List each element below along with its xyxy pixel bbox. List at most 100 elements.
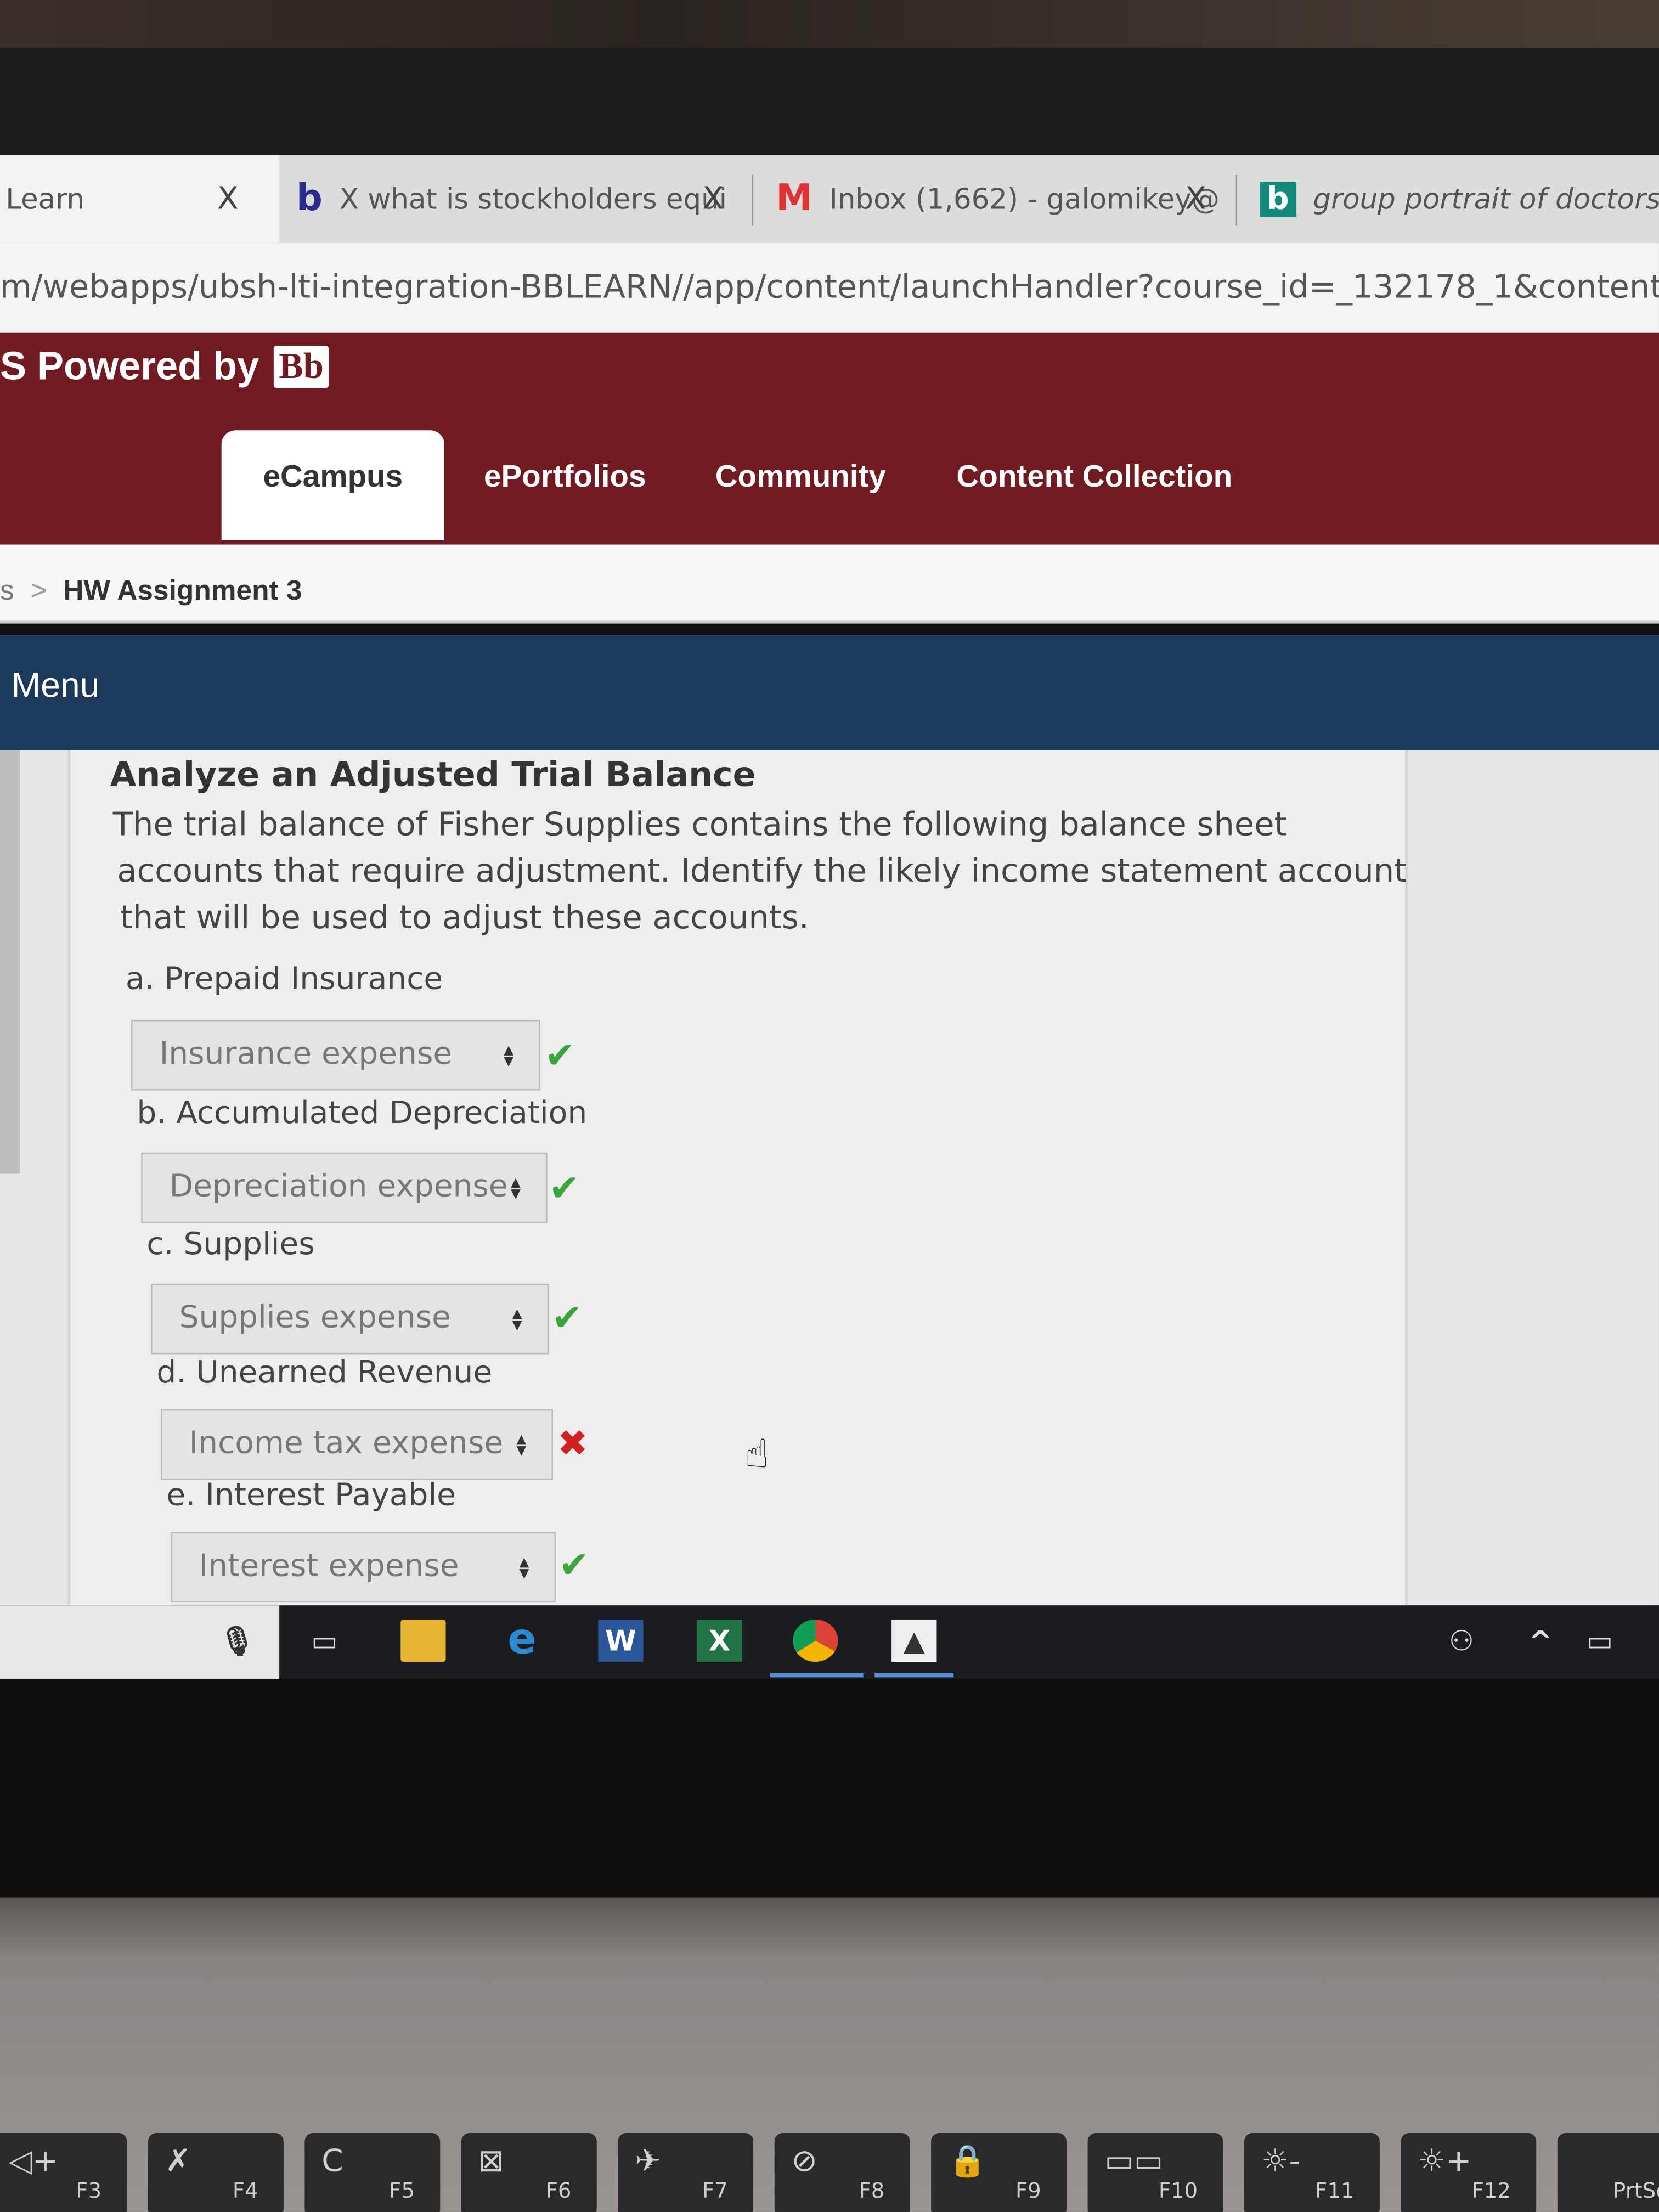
key-f6[interactable]: ⊠ F6 — [461, 2132, 597, 2212]
brand-logo: S Powered by Bb — [0, 344, 330, 389]
correct-check-icon: ✔ — [549, 1168, 580, 1211]
tab-separator — [1235, 174, 1238, 226]
select-value: Income tax expense — [189, 1426, 504, 1462]
key-glyph-icon: ▭▭ — [1104, 2144, 1164, 2180]
key-label: F7 — [702, 2178, 728, 2204]
key-label: F9 — [1015, 2178, 1041, 2204]
close-icon[interactable]: X — [703, 181, 724, 216]
show-hidden-icons-chevron-icon[interactable]: ^ — [1518, 1620, 1563, 1662]
key-f10[interactable]: ▭▭ F10 — [1087, 2132, 1223, 2212]
address-bar[interactable]: m/webapps/ubsh-lti-integration-BBLEARN//… — [0, 242, 1659, 333]
breadcrumb-parent[interactable]: s — [0, 575, 14, 607]
key-glyph-icon: ☼+ — [1418, 2144, 1472, 2180]
answer-select-supplies[interactable]: Supplies expense ▲ ▼ — [151, 1283, 549, 1355]
key-glyph-icon: ⊘ — [791, 2144, 817, 2180]
select-arrows-icon: ▲ ▼ — [512, 1307, 522, 1333]
select-value: Insurance expense — [159, 1036, 453, 1073]
blackboard-logo: Bb — [273, 345, 330, 388]
gmail-icon: M — [776, 177, 812, 221]
tab-gmail-inbox[interactable]: M Inbox (1,662) - galomikey@ X — [776, 155, 1224, 242]
close-icon[interactable]: X — [217, 181, 239, 216]
key-glyph-icon: C — [321, 2144, 343, 2180]
key-glyph-icon: ◁+ — [8, 2144, 59, 2180]
photos-icon[interactable]: ▲ — [891, 1619, 937, 1662]
tab-separator — [752, 174, 754, 226]
edge-browser-icon[interactable]: e — [499, 1619, 544, 1662]
key-glyph-icon: ✈ — [635, 2144, 661, 2180]
tab-group-portrait[interactable]: b group portrait of doctors p — [1260, 155, 1659, 242]
answer-select-prepaid-insurance[interactable]: Insurance expense ▲ ▼ — [131, 1020, 540, 1091]
bing-icon: b — [1260, 181, 1296, 217]
nav-tab-eportfolios[interactable]: ePortfolios — [484, 430, 646, 540]
key-label: F10 — [1158, 2178, 1198, 2204]
select-arrows-icon: ▲ ▼ — [511, 1176, 521, 1202]
breadcrumb: s > HW Assignment 3 — [0, 544, 1659, 624]
tab-label: Inbox (1,662) - galomikey@ — [829, 182, 1220, 216]
photo-background — [0, 0, 1659, 48]
key-label: F3 — [76, 2178, 102, 2204]
correct-check-icon: ✔ — [544, 1035, 575, 1078]
incorrect-x-icon: ✖ — [557, 1423, 588, 1466]
tab-label: group portrait of doctors p — [1313, 182, 1659, 216]
active-app-indicator — [874, 1673, 954, 1678]
question-text: The trial balance of Fisher Supplies con… — [112, 806, 1287, 844]
hand-cursor-icon: ☝ — [744, 1430, 769, 1477]
screen-bezel — [0, 48, 1659, 158]
key-f7[interactable]: ✈ F7 — [618, 2132, 754, 2212]
excel-icon[interactable]: X — [697, 1619, 742, 1662]
nav-tab-community[interactable]: Community — [715, 430, 886, 540]
menu-button[interactable]: Menu — [12, 666, 100, 707]
tab-learn[interactable]: Learn X — [0, 155, 280, 243]
battery-icon[interactable]: ▭ — [1577, 1620, 1622, 1662]
key-f9[interactable]: 🔒 F9 — [931, 2132, 1066, 2212]
select-arrows-icon: ▲ ▼ — [516, 1433, 527, 1459]
key-label: F6 — [545, 2178, 572, 2204]
tab-label: X what is stockholders equi — [339, 182, 727, 216]
select-arrows-icon: ▲ ▼ — [519, 1556, 529, 1582]
people-icon[interactable]: ⚇ — [1439, 1620, 1484, 1662]
key-label: F11 — [1315, 2178, 1355, 2204]
answer-select-accumulated-depreciation[interactable]: Depreciation expense ▲ ▼ — [141, 1152, 548, 1223]
word-icon[interactable]: W — [598, 1619, 644, 1662]
nav-tab-content-collection[interactable]: Content Collection — [956, 430, 1232, 540]
answer-select-unearned-revenue[interactable]: Income tax expense ▲ ▼ — [161, 1409, 553, 1480]
question-title: Analyze an Adjusted Trial Balance — [110, 754, 756, 794]
url-text: m/webapps/ubsh-lti-integration-BBLEARN//… — [0, 269, 1659, 306]
course-menu-bar: Menu — [0, 635, 1659, 751]
browser-tab-strip: Learn X b X what is stockholders equi X … — [0, 155, 1659, 243]
key-label: F12 — [1471, 2178, 1511, 2204]
item-label: b. Accumulated Depreciation — [137, 1096, 588, 1132]
active-app-indicator — [770, 1673, 864, 1678]
key-f8[interactable]: ⊘ F8 — [774, 2132, 910, 2212]
close-icon[interactable]: X — [1185, 181, 1206, 216]
correct-check-icon: ✔ — [558, 1544, 590, 1587]
key-glyph-icon: 🔒 — [947, 2144, 987, 2180]
microphone-icon[interactable]: 🎙 — [215, 1620, 259, 1662]
key-f4[interactable]: ✗ F4 — [148, 2132, 284, 2212]
task-view-icon[interactable]: ▭ — [302, 1620, 347, 1662]
select-arrows-icon: ▲ ▼ — [504, 1043, 514, 1070]
key-f12[interactable]: ☼+ F12 — [1401, 2132, 1537, 2212]
key-f3[interactable]: ◁+ F3 — [0, 2132, 127, 2212]
key-prtsc[interactable]: PrtSc — [1557, 2132, 1659, 2212]
item-label: c. Supplies — [146, 1227, 315, 1263]
key-glyph-icon: ⊠ — [478, 2144, 505, 2180]
item-label: d. Unearned Revenue — [156, 1356, 493, 1391]
select-value: Depreciation expense — [169, 1169, 508, 1205]
sidebar-edge — [0, 750, 20, 1174]
answer-select-interest-payable[interactable]: Interest expense ▲ ▼ — [171, 1532, 556, 1603]
tab-stockholders-equity[interactable]: b X what is stockholders equi X — [296, 155, 745, 242]
nav-tab-ecampus[interactable]: eCampus — [221, 430, 444, 540]
breadcrumb-separator: > — [30, 575, 47, 607]
file-explorer-icon[interactable] — [400, 1619, 446, 1662]
item-label: a. Prepaid Insurance — [125, 962, 443, 997]
question-text: that will be used to adjust these accoun… — [120, 900, 809, 937]
chrome-icon[interactable] — [793, 1619, 838, 1662]
screen-bezel-bottom — [0, 1678, 1659, 1905]
key-f11[interactable]: ☼- F11 — [1244, 2132, 1380, 2212]
breadcrumb-current: HW Assignment 3 — [63, 575, 302, 607]
tab-label: Learn — [5, 182, 85, 216]
select-value: Interest expense — [199, 1549, 459, 1584]
key-f5[interactable]: C F5 — [304, 2132, 441, 2212]
bing-icon: b — [296, 177, 323, 221]
